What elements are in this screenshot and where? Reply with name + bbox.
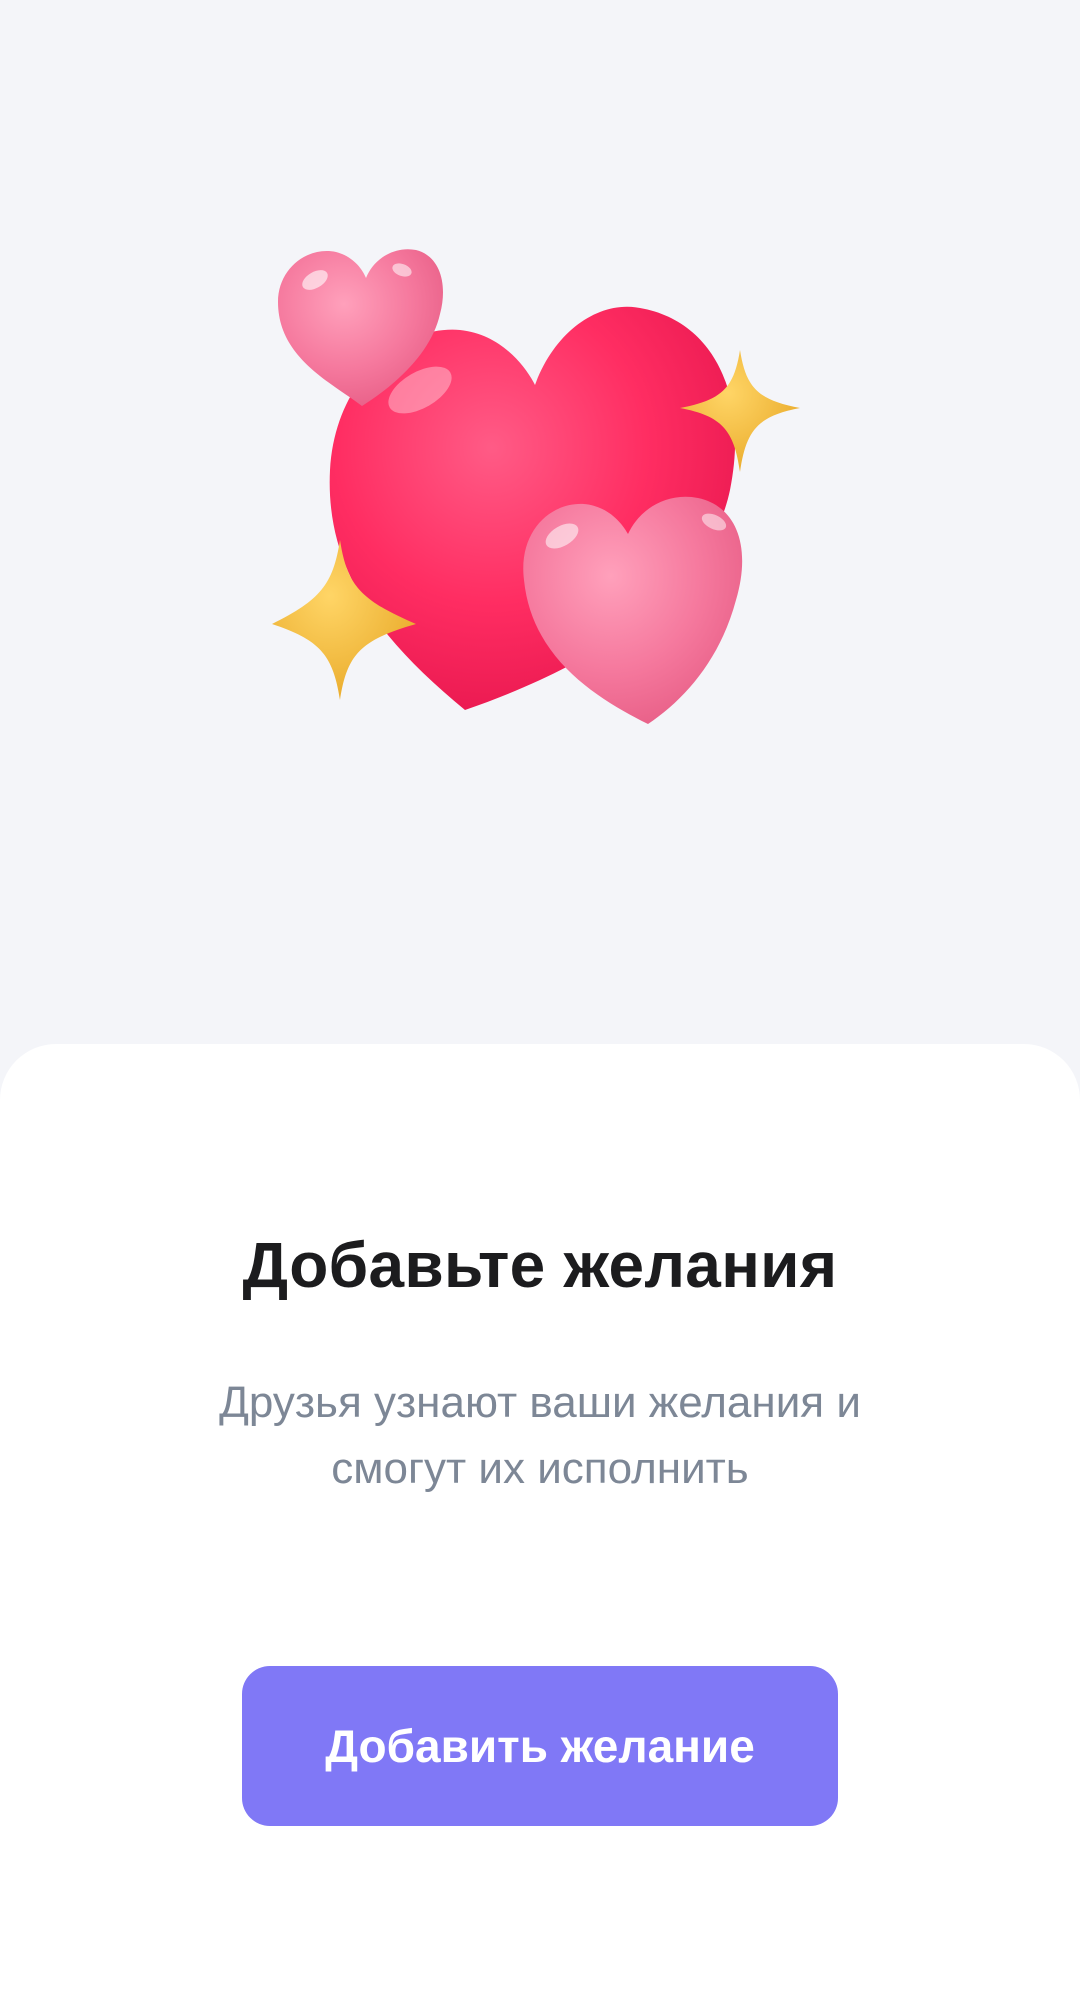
empty-state-subtitle: Друзья узнают ваши желания и смогут их и… bbox=[160, 1370, 920, 1502]
empty-state-title: Добавьте желания bbox=[242, 1229, 838, 1301]
small-heart-bottom-icon bbox=[523, 496, 743, 724]
subtitle-line-1: Друзья узнают ваши желания и bbox=[219, 1378, 861, 1427]
hearts-with-sparkles-icon bbox=[272, 249, 800, 724]
bottom-sheet bbox=[0, 1044, 1080, 1994]
illustration-area bbox=[0, 0, 1080, 1045]
subtitle-line-2: смогут их исполнить bbox=[331, 1444, 749, 1493]
add-wish-button[interactable]: Добавить желание bbox=[242, 1666, 838, 1826]
